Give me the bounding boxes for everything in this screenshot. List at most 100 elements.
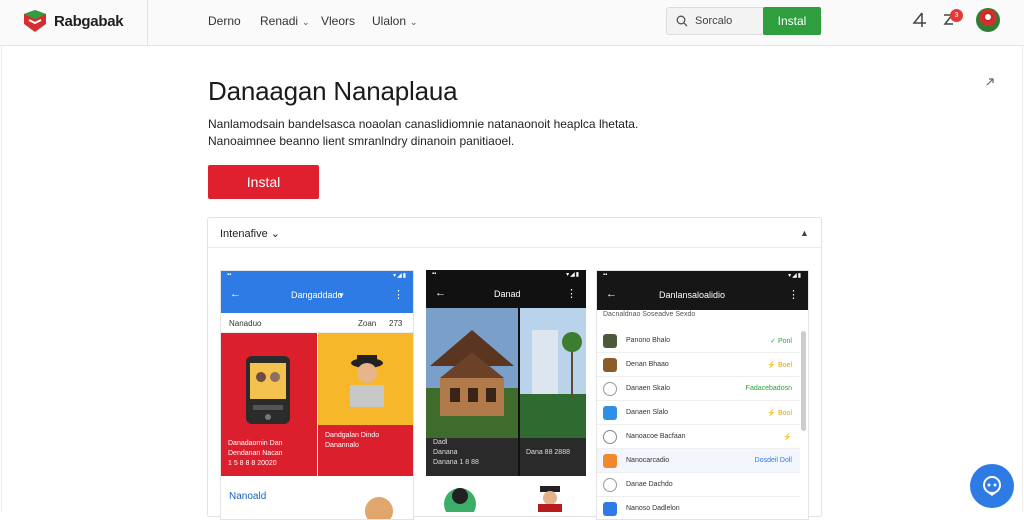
list-item[interactable]: Nanoacoe Bacfaan ⚡ (597, 425, 800, 449)
section-footer-link[interactable]: Nanoald (229, 491, 266, 502)
back-arrow-icon[interactable]: ← (230, 288, 241, 300)
install-button[interactable]: Instal (208, 165, 319, 199)
list-item-status: Fadacebadosn (745, 385, 792, 392)
list-item-label: Nanocarcadio (626, 457, 670, 464)
app-bar: ← Danlansaloalidio ⋮ (597, 280, 808, 310)
person-thumbnail (365, 497, 393, 519)
back-arrow-icon[interactable]: ← (435, 287, 446, 299)
nav-item-derno[interactable]: Derno (208, 14, 241, 28)
status-icons: ▾◢▮ (393, 273, 407, 279)
page-right-border (1022, 46, 1023, 512)
status-bar: ▪▪ ▾◢▮ (426, 270, 586, 279)
list-item-status: ⚡ (783, 434, 792, 441)
app-bar-title: Dangaddado (291, 290, 343, 300)
list-item-label: Danae Dachdo (626, 481, 673, 488)
chevron-down-icon: ⌄ (302, 17, 310, 27)
scrollbar[interactable] (801, 331, 806, 431)
header-install-button[interactable]: Instal (763, 7, 821, 35)
list-item-label: Danaen Skalo (626, 385, 670, 392)
row-label: Nanaduo (229, 319, 262, 328)
person-thumbnail (444, 488, 476, 512)
status-time-glyph: ▪▪ (603, 272, 608, 278)
content-tile[interactable]: Dandgalan Dindo Danannalo (318, 425, 413, 476)
collapse-icon[interactable]: ▲ (800, 228, 809, 238)
expand-icon[interactable] (984, 76, 996, 88)
chevron-down-icon: ▾ (339, 290, 344, 300)
app-screenshot-1[interactable]: ▪▪ ▾◢▮ ← Dangaddado ▾ ⋮ Nanaduo Zoan 273 … (220, 270, 414, 520)
photo-caption: Dadl Danana Danana 1 8 88 (433, 439, 479, 466)
photo-caption: Dana 88 2888 (526, 449, 570, 456)
chat-bot-icon (983, 476, 1001, 496)
search-placeholder: Sorcalo (695, 15, 733, 27)
description-line: Nanlamodsain bandelsasca noaolan canasli… (208, 117, 639, 131)
list-item[interactable]: Nanoso Dadlelon (597, 497, 800, 519)
panel-label: Intenafive ⌄ (220, 228, 280, 240)
brand-logo-icon[interactable] (22, 8, 48, 34)
status-icons: ▾◢▮ (788, 273, 802, 279)
app-bar-title: Danlansaloalidio (659, 290, 726, 300)
search-icon (676, 15, 688, 27)
list-item[interactable]: Nanocarcadio Dosdeil Doll (597, 449, 800, 473)
nav-item-renadi[interactable]: Renadi ⌄ (260, 14, 310, 28)
list-item[interactable]: Danae Dachdo (597, 473, 800, 497)
status-time-glyph: ▪▪ (227, 272, 232, 278)
chevron-down-icon: ⌄ (410, 17, 418, 27)
brand-name[interactable]: Rabgabak (54, 13, 124, 30)
nav-item-label: Ulalon (372, 14, 407, 28)
app-icon (603, 502, 617, 516)
nav-item-label: Vleors (321, 14, 356, 28)
more-vert-icon[interactable]: ⋮ (788, 288, 799, 301)
app-icon (603, 406, 617, 420)
list-item-status: ⚡ Boel (767, 362, 792, 369)
status-icons: ▾◢▮ (566, 272, 580, 278)
person-illustration (350, 355, 384, 407)
list-item-label: Panono Bhalo (626, 337, 670, 344)
nav-item-label: Renadi (260, 14, 299, 28)
row-value: 273 (389, 319, 403, 328)
refresh-app-icon (603, 478, 617, 492)
more-vert-icon[interactable]: ⋮ (393, 288, 404, 301)
avatar-inner-mark (983, 12, 993, 22)
nav-item-label: Derno (208, 14, 241, 28)
app-screenshot-3[interactable]: ▪▪ ▾◢▮ ← Danlansaloalidio ⋮ Dacnaldnao So… (596, 270, 809, 520)
search-input[interactable]: Sorcalo (666, 7, 766, 35)
download-icon[interactable] (911, 11, 929, 29)
list-item-label: Nanoacoe Bacfaan (626, 433, 686, 440)
content-tile[interactable]: Danadaomin Dan Dendanan Nacan 1 5 8 8 8 … (221, 333, 317, 476)
app-icon (603, 334, 617, 348)
notification-badge: 3 (950, 9, 963, 22)
app-bar-title: Danad (494, 289, 521, 299)
search-app-icon (603, 382, 617, 396)
app-screenshot-2[interactable]: ▪▪ ▾◢▮ ← Danad ⋮ Dadl Danana Danana 1 8 8… (426, 270, 586, 476)
list-item-label: Nanoso Dadlelon (626, 505, 680, 512)
header-divider (147, 0, 148, 46)
list-row: Nanaduo Zoan 273 (221, 313, 413, 333)
nav-item-ulalon[interactable]: Ulalon ⌄ (372, 14, 418, 28)
tile-caption: Dandgalan Dindo Danannalo (325, 432, 380, 449)
phone-illustration (246, 356, 290, 424)
page-title: Danaagan Nanaplaua (208, 76, 458, 106)
person-thumbnail (538, 486, 562, 512)
panel-header[interactable]: Intenafive ⌄ ▲ (208, 218, 821, 248)
list-item-status: ⚡ Bool (767, 410, 792, 417)
tile-caption: Danadaomin Dan Dendanan Nacan 1 5 8 8 8 … (228, 440, 283, 467)
list-item-status: Dosdeil Doll (754, 457, 792, 464)
content-tile[interactable] (318, 333, 413, 425)
back-arrow-icon[interactable]: ← (606, 288, 617, 300)
list-item[interactable]: Panono Bhalo ✓ Ponl (597, 329, 800, 353)
status-bar: ▪▪ ▾◢▮ (597, 271, 808, 280)
status-bar: ▪▪ ▾◢▮ (221, 271, 413, 280)
list-item[interactable]: Danaen Skalo Fadacebadosn (597, 377, 800, 401)
chevron-down-icon: ⌄ (267, 228, 280, 240)
list-item[interactable]: Denan Bhaao ⚡ Boel (597, 353, 800, 377)
app-icon (603, 358, 617, 372)
nav-item-vleors[interactable]: Vleors (321, 14, 355, 28)
status-time-glyph: ▪▪ (432, 271, 437, 277)
row-value: Zoan (358, 319, 377, 328)
app-bar: ← Dangaddado ▾ ⋮ (221, 280, 413, 313)
more-vert-icon[interactable]: ⋮ (566, 287, 577, 300)
chat-help-button[interactable] (970, 464, 1014, 508)
gear-app-icon (603, 430, 617, 444)
list-item-status: ✓ Ponl (770, 338, 792, 345)
list-item[interactable]: Danaen Slalo ⚡ Bool (597, 401, 800, 425)
